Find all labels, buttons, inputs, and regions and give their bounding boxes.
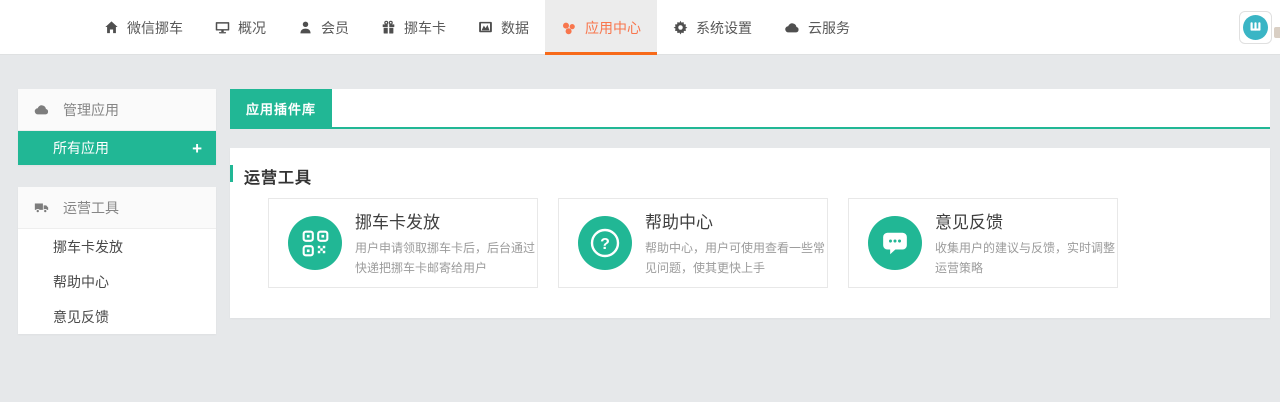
nav-item-label: 挪车卡	[404, 18, 446, 38]
question-mark-icon: ?	[587, 225, 623, 261]
section-accent-bar	[230, 165, 233, 182]
nav-item-move-car-card[interactable]: 挪车卡	[365, 0, 462, 55]
sidebar-item-label: 所有应用	[53, 138, 109, 158]
user-icon	[298, 20, 313, 35]
tab-app-plugin-library[interactable]: 应用插件库	[230, 89, 332, 127]
nav-item-label: 系统设置	[696, 18, 752, 38]
sidebar-item-feedback[interactable]: 意见反馈	[18, 299, 216, 334]
truck-icon	[33, 200, 50, 215]
sidebar-group-operation-tools: 运营工具 挪车卡发放 帮助中心 意见反馈	[18, 187, 216, 334]
svg-text:?: ?	[600, 236, 610, 253]
sidebar-item-label: 意见反馈	[53, 307, 109, 327]
sidebar-header-operation-tools: 运营工具	[18, 187, 216, 229]
section-head: 运营工具	[230, 148, 1270, 198]
w-logo-icon	[1245, 17, 1266, 38]
nav-item-app-center[interactable]: 应用中心	[545, 0, 657, 55]
account-avatar[interactable]	[1239, 11, 1272, 44]
apps-icon	[561, 20, 577, 36]
card-description: 收集用户的建议与反馈，实时调整运营策略	[935, 238, 1117, 278]
main-content-panel: 运营工具	[230, 148, 1270, 318]
monitor-icon	[215, 20, 230, 35]
sidebar-header-label: 管理应用	[63, 100, 119, 120]
nav-item-label: 概况	[238, 18, 266, 38]
nav-item-label: 会员	[321, 18, 349, 38]
nav-item-label: 云服务	[808, 18, 850, 38]
home-icon	[104, 20, 119, 35]
sidebar-item-card-distribution[interactable]: 挪车卡发放	[18, 229, 216, 264]
nav-item-system-settings[interactable]: 系统设置	[657, 0, 768, 55]
card-description: 帮助中心，用户可使用查看一些常见问题，使其更快上手	[645, 238, 827, 278]
nav-item-overview[interactable]: 概况	[199, 0, 282, 55]
nav-item-cloud-service[interactable]: 云服务	[768, 0, 866, 55]
cloud-icon	[33, 102, 50, 117]
qr-code-icon	[302, 230, 329, 257]
gift-icon	[381, 20, 396, 35]
card-icon-circle	[288, 216, 342, 270]
sidebar-item-label: 挪车卡发放	[53, 237, 123, 257]
cloud-icon	[784, 20, 800, 35]
card-icon-circle: ?	[578, 216, 632, 270]
gear-icon	[673, 20, 688, 35]
app-card-feedback[interactable]: 意见反馈 收集用户的建议与反馈，实时调整运营策略	[848, 198, 1118, 288]
nav-item-data[interactable]: 数据	[462, 0, 545, 55]
nav-item-label: 数据	[501, 18, 529, 38]
card-text: 挪车卡发放 用户申请领取挪车卡后，后台通过快递把挪车卡邮寄给用户	[355, 208, 537, 278]
app-card-card-distribution[interactable]: 挪车卡发放 用户申请领取挪车卡后，后台通过快递把挪车卡邮寄给用户	[268, 198, 538, 288]
sidebar-item-help-center[interactable]: 帮助中心	[18, 264, 216, 299]
avatar-circle	[1243, 15, 1268, 40]
card-text: 帮助中心 帮助中心，用户可使用查看一些常见问题，使其更快上手	[645, 208, 827, 278]
clipped-edge-fragment	[1274, 27, 1280, 38]
app-cards-row: 挪车卡发放 用户申请领取挪车卡后，后台通过快递把挪车卡邮寄给用户 ? 帮助中心 …	[268, 198, 1118, 288]
plus-icon[interactable]: +	[192, 140, 202, 157]
card-title: 帮助中心	[645, 208, 827, 233]
nav-item-label: 应用中心	[585, 18, 641, 38]
section-title: 运营工具	[244, 164, 312, 188]
sidebar-item-all-apps[interactable]: 所有应用 +	[18, 131, 216, 165]
card-text: 意见反馈 收集用户的建议与反馈，实时调整运营策略	[935, 208, 1117, 278]
nav-item-members[interactable]: 会员	[282, 0, 365, 55]
data-chart-icon	[478, 20, 493, 35]
sidebar-item-label: 帮助中心	[53, 272, 109, 292]
sidebar-header-manage-apps: 管理应用	[18, 89, 216, 131]
chat-bubble-icon	[881, 229, 909, 257]
sidebar-group-manage-apps: 管理应用 所有应用 +	[18, 89, 216, 165]
app-card-help-center[interactable]: ? 帮助中心 帮助中心，用户可使用查看一些常见问题，使其更快上手	[558, 198, 828, 288]
card-description: 用户申请领取挪车卡后，后台通过快递把挪车卡邮寄给用户	[355, 238, 537, 278]
tab-label: 应用插件库	[246, 99, 316, 118]
nav-item-wechat-move-car[interactable]: 微信挪车	[88, 0, 199, 55]
nav-item-label: 微信挪车	[127, 18, 183, 38]
card-icon-circle	[868, 216, 922, 270]
top-nav: 微信挪车 概况 会员 挪车卡 数据	[0, 0, 1280, 55]
card-title: 挪车卡发放	[355, 208, 537, 233]
card-title: 意见反馈	[935, 208, 1117, 233]
sidebar-header-label: 运营工具	[63, 198, 119, 218]
main-tabstrip: 应用插件库	[230, 89, 1270, 129]
